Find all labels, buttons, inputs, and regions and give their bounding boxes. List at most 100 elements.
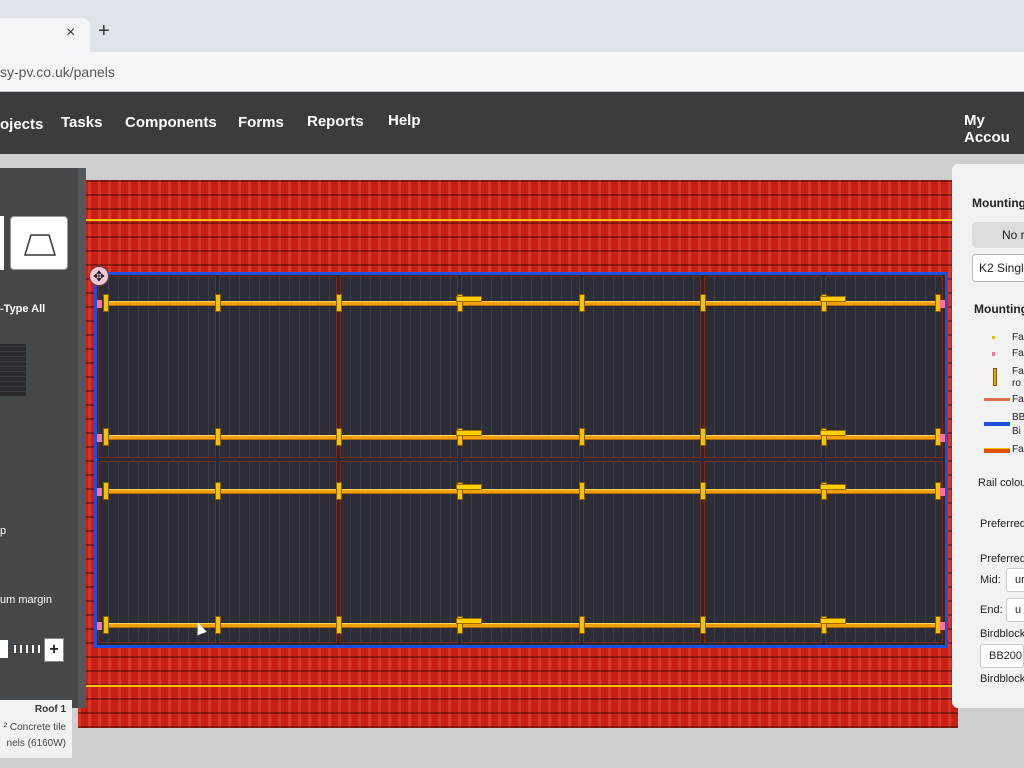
rail-splice[interactable] [456, 430, 483, 436]
birdblock-select[interactable]: BB200 [980, 644, 1024, 668]
roof-tile-type: ² Concrete tile [3, 722, 66, 733]
new-tab-icon[interactable]: + [98, 20, 110, 43]
legend-swatch-line-blue [984, 422, 1010, 426]
panel-array[interactable] [94, 272, 948, 648]
margin-label: um margin [0, 594, 52, 606]
preferred-label-1: Preferred [980, 518, 1024, 530]
nav-projects[interactable]: ojects [0, 116, 43, 133]
nav-components[interactable]: Components [125, 114, 217, 131]
legend-label-6: Fa [1012, 444, 1024, 455]
legend-label-5b: Bi [1012, 426, 1021, 437]
end-label: End: [980, 604, 1003, 616]
legend-swatch-dot-pink [992, 352, 995, 356]
rail-end-cap [940, 300, 945, 308]
legend-swatch-line-orange [984, 448, 1010, 453]
type-all-label[interactable]: -Type All [0, 303, 45, 315]
clamp[interactable] [336, 616, 343, 634]
rail-splice[interactable] [456, 296, 483, 302]
clamp[interactable] [103, 616, 109, 634]
mounting-rail[interactable] [103, 623, 939, 628]
clamp[interactable] [699, 428, 706, 446]
clamp[interactable] [215, 428, 222, 446]
mounting-rail[interactable] [103, 489, 939, 494]
clamp[interactable] [578, 294, 585, 312]
rail-splice[interactable] [819, 296, 846, 302]
rail-splice[interactable] [456, 484, 483, 490]
clamp[interactable] [699, 294, 706, 312]
rail-splice[interactable] [819, 430, 846, 436]
rail-splice[interactable] [819, 484, 846, 490]
legend-label-3b: ro [1012, 378, 1021, 389]
clamp[interactable] [699, 482, 706, 500]
browser-tab[interactable] [0, 18, 90, 52]
right-settings-panel: Mounting No r K2 Singl Mounting Fa Fa Fa… [952, 164, 1024, 708]
k2-system-select[interactable]: K2 Singl [972, 254, 1024, 282]
mounting-legend-title: Mounting [974, 302, 1024, 316]
clamp[interactable] [215, 616, 222, 634]
legend-label-1: Fa [1012, 332, 1024, 343]
roof-name: Roof 1 [34, 704, 66, 715]
clamp[interactable] [578, 428, 585, 446]
nav-tasks[interactable]: Tasks [61, 114, 102, 131]
nav-forms[interactable]: Forms [238, 114, 284, 131]
rail-end-cap [97, 488, 102, 496]
clamp[interactable] [578, 482, 585, 500]
roof-edge-bottom [36, 685, 956, 687]
clamp[interactable] [103, 482, 109, 500]
mounting-rail[interactable] [103, 301, 939, 306]
legend-swatch-dot-yellow [992, 336, 995, 339]
app-navbar: ojects Tasks Components Forms Reports He… [0, 92, 1024, 154]
trapezoid-icon [23, 234, 57, 256]
mounting-rail[interactable] [103, 435, 939, 440]
mid-clamp-select[interactable]: ur [1006, 568, 1024, 592]
rail-end-cap [97, 300, 102, 308]
clamp[interactable] [578, 616, 585, 634]
clamp[interactable] [103, 294, 109, 312]
legend-label-5: BB [1012, 412, 1024, 423]
legend-swatch-line-red [984, 398, 1010, 401]
legend-swatch-clamp [993, 368, 997, 386]
rail-splice[interactable] [456, 618, 483, 624]
panel-thumbnail[interactable] [0, 344, 26, 396]
move-icon[interactable]: ✥ [89, 266, 109, 286]
preferred-label-2: Preferred [980, 553, 1024, 565]
roof-shape-button[interactable] [10, 216, 68, 270]
birdblock-label-1: Birdblock [980, 628, 1024, 640]
left-p-label: p [0, 525, 7, 537]
legend-label-4: Fa [1012, 394, 1024, 405]
mounting-title: Mounting [972, 196, 1024, 210]
margin-plus-button[interactable]: + [44, 638, 64, 662]
end-clamp-select[interactable]: u [1006, 598, 1024, 622]
rail-end-cap [97, 622, 102, 630]
clamp[interactable] [336, 294, 343, 312]
tab-close-icon[interactable]: × [66, 24, 75, 42]
nav-help[interactable]: Help [388, 112, 421, 129]
clamp[interactable] [215, 482, 222, 500]
browser-tabbar: × + [0, 0, 1024, 52]
nav-my-account[interactable]: My Accou [964, 112, 1024, 146]
slider-ticks-icon [0, 640, 40, 658]
rail-colour-label: Rail colou [978, 477, 1024, 489]
clamp[interactable] [103, 428, 109, 446]
clamp[interactable] [215, 294, 222, 312]
rail-end-cap [940, 434, 945, 442]
address-bar[interactable]: sy-pv.co.uk/panels [0, 52, 1024, 92]
nav-reports[interactable]: Reports [307, 113, 364, 130]
legend-label-3: Fa [1012, 366, 1024, 377]
rail-end-cap [97, 434, 102, 442]
mid-label: Mid: [980, 574, 1001, 586]
birdblock-label-2: Birdblock [980, 673, 1024, 685]
rail-splice[interactable] [819, 618, 846, 624]
no-mounting-button[interactable]: No r [972, 222, 1024, 248]
rail-end-cap [940, 488, 945, 496]
roof-panel-summary: nels (6160W) [6, 738, 66, 749]
rail-end-cap [940, 622, 945, 630]
url-text[interactable]: sy-pv.co.uk/panels [0, 64, 115, 80]
clamp[interactable] [699, 616, 706, 634]
roof-info-box[interactable]: Roof 1 ² Concrete tile nels (6160W) [0, 700, 72, 758]
clamp[interactable] [336, 428, 343, 446]
roof-edge-top [86, 219, 954, 221]
clamp[interactable] [336, 482, 343, 500]
shape-button-partial[interactable] [0, 216, 4, 270]
legend-label-2: Fa [1012, 348, 1024, 359]
